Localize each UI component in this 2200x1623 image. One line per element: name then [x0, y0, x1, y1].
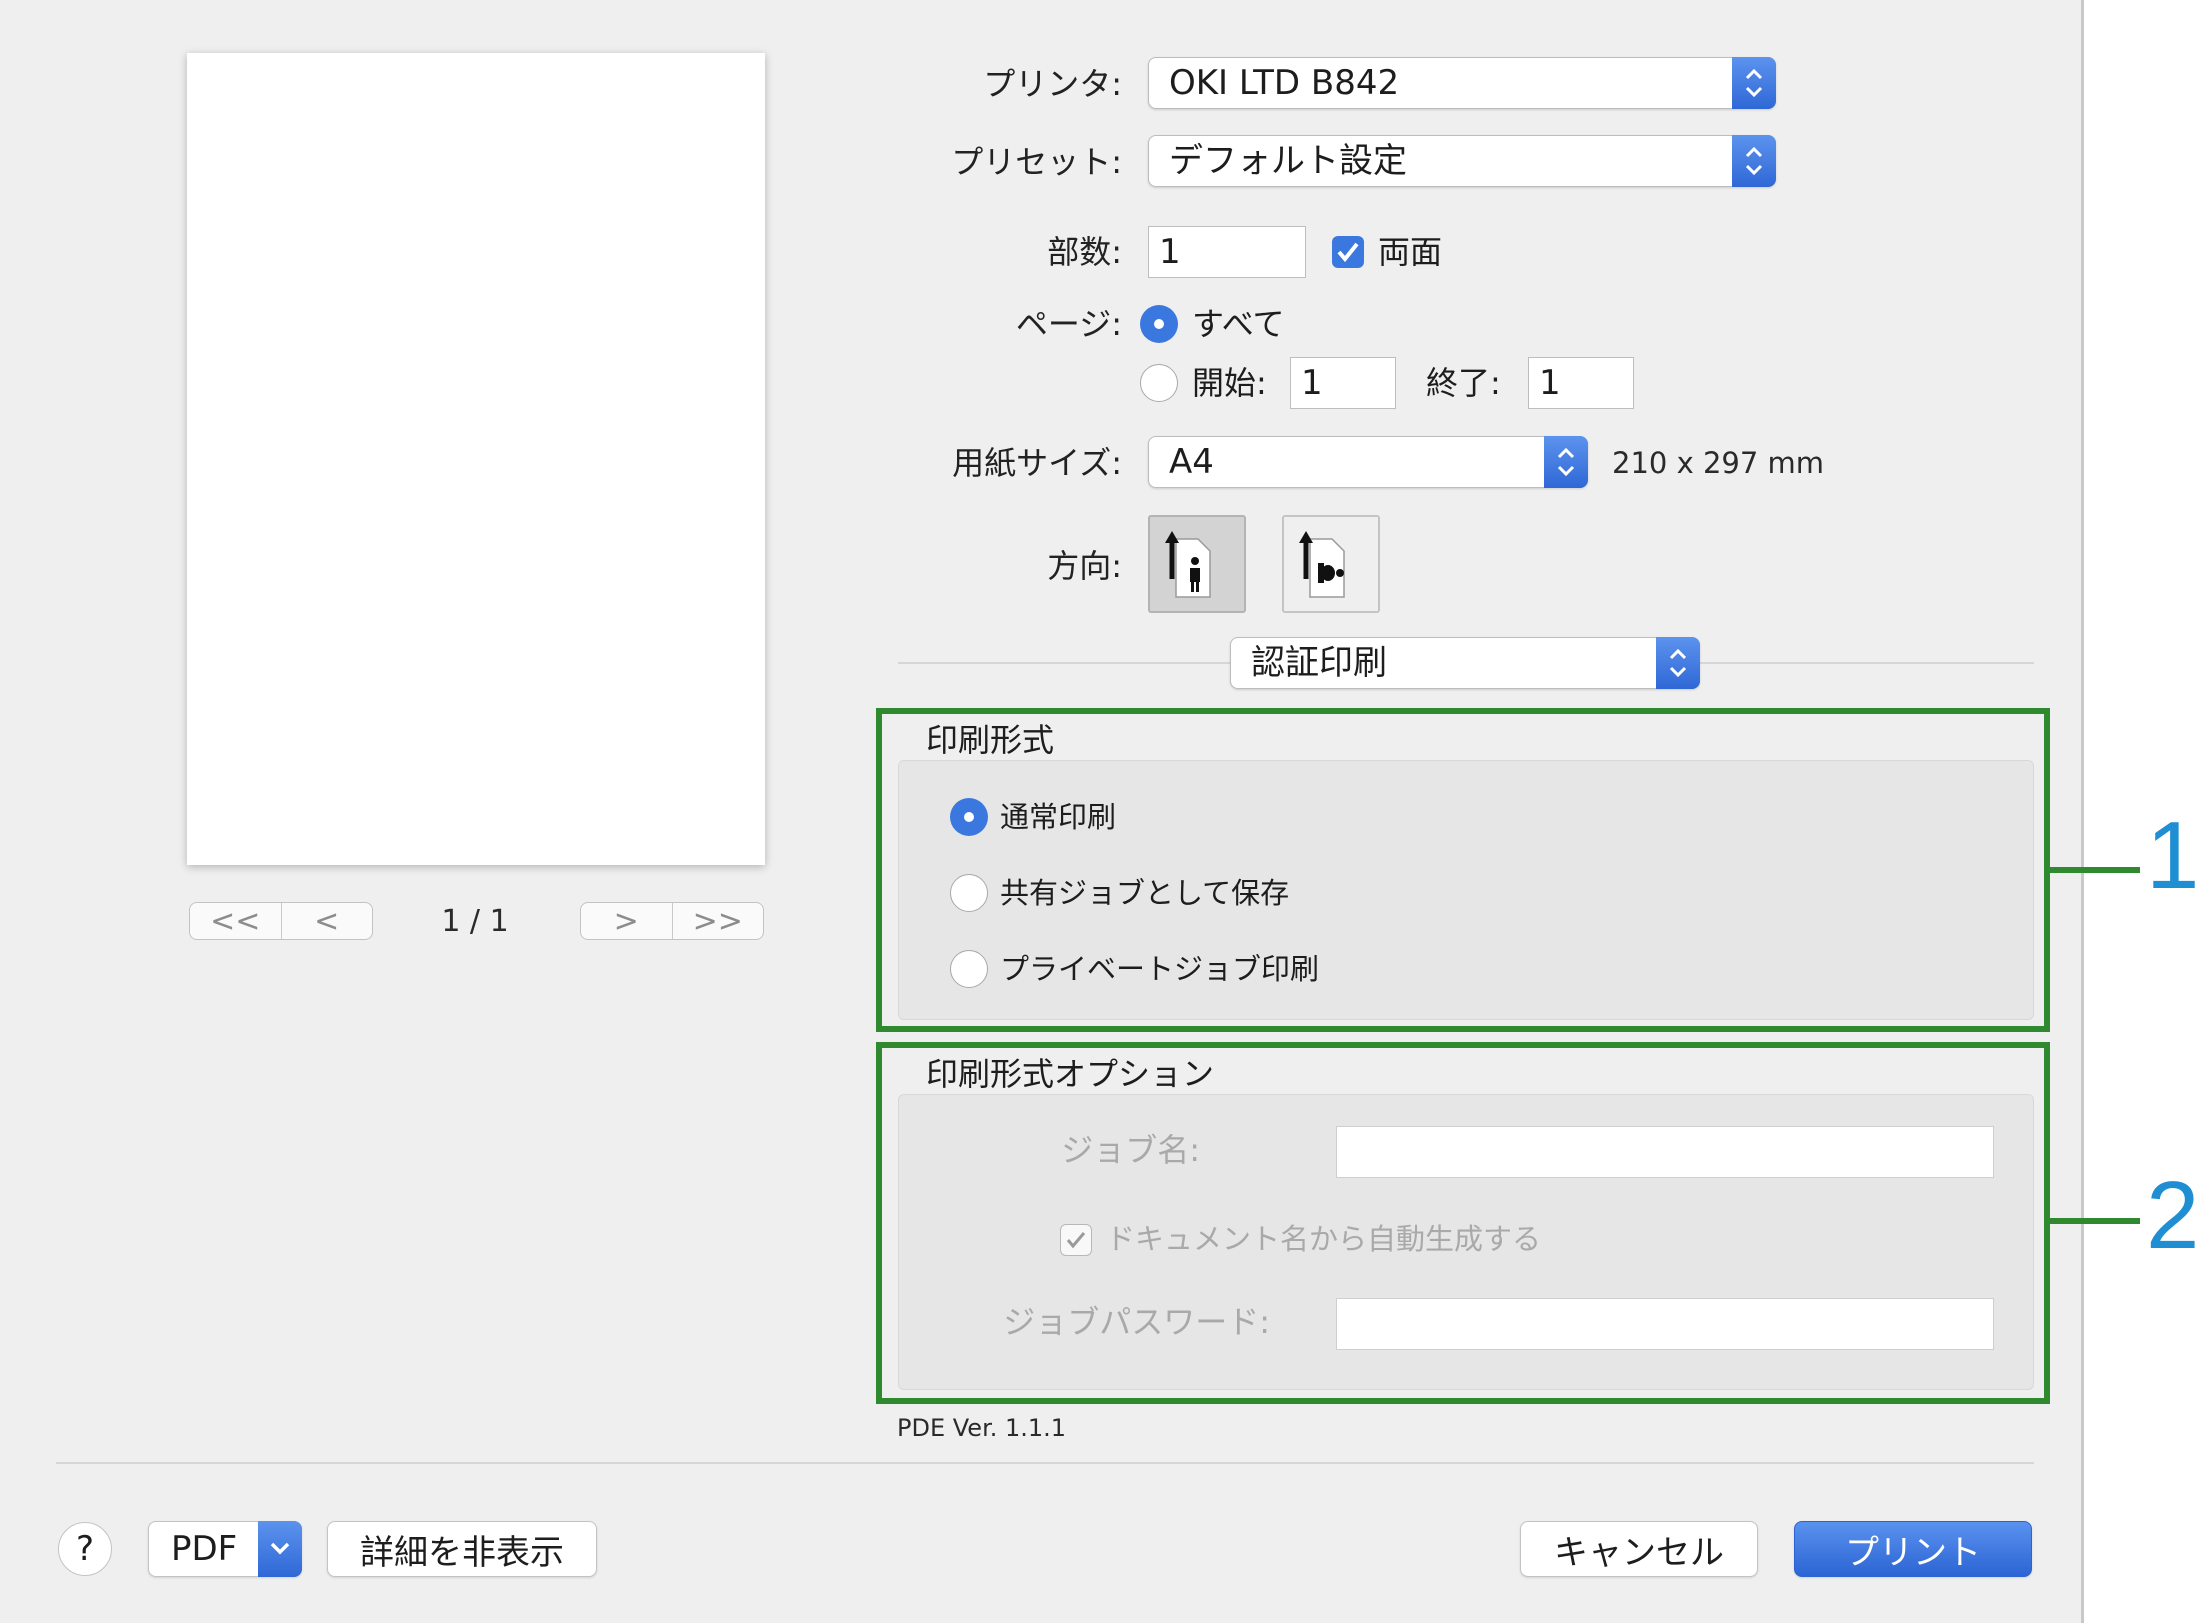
pages-all-radio[interactable]: [1140, 305, 1178, 343]
paper-size-value: A4: [1169, 442, 1214, 482]
duplex-checkbox[interactable]: [1332, 236, 1364, 268]
orientation-portrait-button[interactable]: [1148, 515, 1246, 613]
pages-from-value: 1: [1301, 363, 1323, 403]
preset-popup[interactable]: デフォルト設定: [1148, 135, 1776, 187]
preview-nav-forward-group: > >>: [580, 902, 764, 940]
paper-dimensions: 210 x 297 mm: [1612, 446, 1825, 480]
pages-to-label: 終了:: [1426, 364, 1501, 402]
auto-generate-checkbox[interactable]: [1060, 1224, 1092, 1256]
copies-value: 1: [1159, 232, 1181, 272]
print-format-option-private-radio[interactable]: [950, 950, 988, 988]
pages-to-value: 1: [1539, 363, 1561, 403]
pages-from-field[interactable]: 1: [1290, 357, 1396, 409]
orientation-landscape-button[interactable]: [1282, 515, 1380, 613]
pages-all-label: すべて: [1192, 305, 1285, 343]
print-format-title: 印刷形式: [926, 721, 1055, 759]
printer-popup[interactable]: OKI LTD B842: [1148, 57, 1776, 109]
paper-size-chevron-icon: [1544, 436, 1588, 488]
page-indicator: 1 / 1: [441, 904, 509, 939]
first-page-button[interactable]: <<: [190, 903, 281, 939]
job-password-label: ジョブパスワード:: [1003, 1303, 1270, 1341]
preview-nav-back-group: << <: [189, 902, 373, 940]
callout-2-line: [2044, 1218, 2140, 1224]
job-name-field[interactable]: [1336, 1126, 1994, 1178]
pages-label: ページ:: [1015, 305, 1122, 343]
panel-menu-popup[interactable]: 認証印刷: [1230, 637, 1700, 689]
paper-size-popup[interactable]: A4: [1148, 436, 1588, 488]
printer-label: プリンタ:: [983, 65, 1122, 103]
previous-page-button[interactable]: <: [280, 903, 373, 939]
print-format-option-normal-label: 通常印刷: [1000, 800, 1117, 834]
callout-1-line: [2044, 867, 2140, 873]
job-name-label: ジョブ名:: [1061, 1131, 1200, 1169]
format-options-title: 印刷形式オプション: [926, 1055, 1215, 1093]
print-format-option-private-label: プライベートジョブ印刷: [1000, 952, 1320, 986]
job-password-field[interactable]: [1336, 1298, 1994, 1350]
preset-chevron-icon: [1732, 135, 1776, 187]
copies-label: 部数:: [1047, 233, 1122, 271]
pdf-label: PDF: [171, 1529, 238, 1569]
preset-value: デフォルト設定: [1169, 141, 1407, 181]
portrait-icon: [1165, 531, 1211, 598]
help-button[interactable]: ?: [58, 1522, 112, 1576]
next-page-button[interactable]: >: [581, 903, 672, 939]
panel-menu-value: 認証印刷: [1251, 643, 1387, 683]
pdf-menu-button[interactable]: PDF: [148, 1521, 302, 1577]
callout-2: 2: [2146, 1162, 2200, 1269]
preset-label: プリセット:: [951, 143, 1122, 181]
last-page-button[interactable]: >>: [671, 903, 764, 939]
pde-version: PDE Ver. 1.1.1: [897, 1414, 1067, 1442]
page-preview: [187, 53, 765, 865]
footer-separator: [56, 1462, 2034, 1464]
print-button[interactable]: プリント: [1794, 1521, 2032, 1577]
print-format-option-shared-label: 共有ジョブとして保存: [1000, 876, 1290, 910]
pdf-chevron-down-icon: [258, 1521, 302, 1577]
checkmark-icon: [1066, 1232, 1086, 1249]
orientation-label: 方向:: [1047, 547, 1122, 585]
auto-generate-label: ドキュメント名から自動生成する: [1106, 1222, 1542, 1256]
duplex-label: 両面: [1378, 233, 1443, 271]
paper-size-label: 用紙サイズ:: [952, 444, 1122, 482]
print-dialog: << < 1 / 1 > >> プリンタ: OKI LTD B842 プリセット…: [0, 0, 2084, 1623]
copies-field[interactable]: 1: [1148, 226, 1306, 278]
landscape-icon: [1299, 531, 1345, 598]
callout-1: 1: [2146, 802, 2200, 909]
panel-menu-chevron-icon: [1656, 637, 1700, 689]
printer-value: OKI LTD B842: [1169, 63, 1400, 103]
pages-range-radio[interactable]: [1140, 364, 1178, 402]
pages-to-field[interactable]: 1: [1528, 357, 1634, 409]
hide-details-button[interactable]: 詳細を非表示: [327, 1521, 597, 1577]
printer-chevron-icon: [1732, 57, 1776, 109]
pages-from-label: 開始:: [1192, 364, 1267, 402]
print-format-option-shared-radio[interactable]: [950, 874, 988, 912]
cancel-button[interactable]: キャンセル: [1520, 1521, 1758, 1577]
print-format-option-normal-radio[interactable]: [950, 798, 988, 836]
checkmark-icon: [1337, 242, 1359, 263]
